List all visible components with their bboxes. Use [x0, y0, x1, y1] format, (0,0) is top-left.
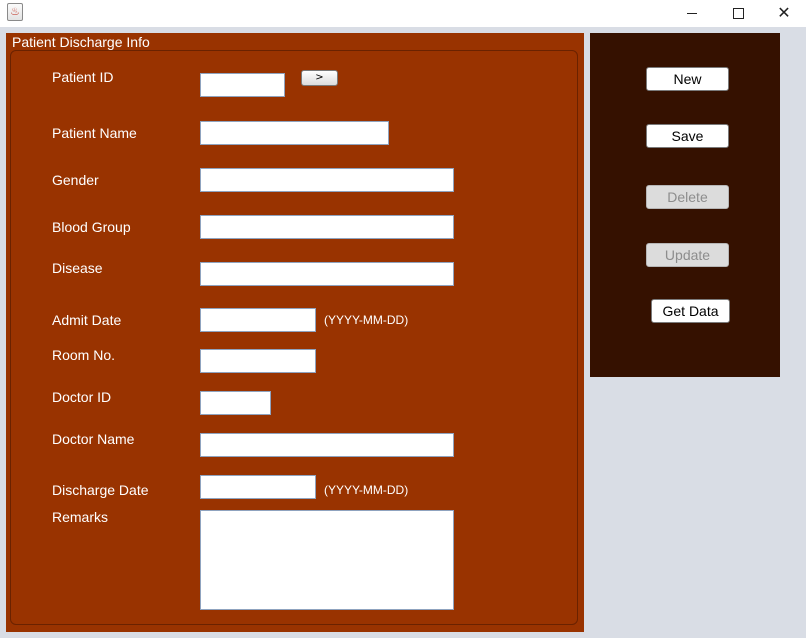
room-no-field[interactable]	[200, 349, 316, 373]
close-button[interactable]: ✕	[761, 0, 806, 26]
patient-id-label: Patient ID	[52, 69, 114, 85]
java-app-icon: ♨	[7, 3, 23, 21]
remarks-label: Remarks	[52, 509, 109, 525]
delete-button[interactable]: Delete	[646, 185, 729, 209]
patient-name-field[interactable]	[200, 121, 389, 145]
patient-name-label: Patient Name	[52, 125, 137, 141]
lookup-patient-button[interactable]: >	[301, 70, 338, 86]
minimize-button[interactable]	[669, 0, 715, 26]
blood-group-field[interactable]	[200, 215, 454, 239]
panel-title: Patient Discharge Info	[12, 34, 150, 50]
close-icon: ✕	[777, 3, 791, 22]
discharge-date-field[interactable]	[200, 475, 316, 499]
discharge-date-format-hint: (YYYY-MM-DD)	[324, 483, 409, 497]
patient-discharge-panel: Patient Discharge Info Patient ID > Pati…	[6, 33, 584, 632]
admit-date-label: Admit Date	[52, 312, 122, 328]
save-button[interactable]: Save	[646, 124, 729, 148]
doctor-id-label: Doctor ID	[52, 389, 112, 405]
title-bar: ♨ ✕	[0, 0, 806, 27]
new-button[interactable]: New	[646, 67, 729, 91]
admit-date-field[interactable]	[200, 308, 316, 332]
discharge-date-label: Discharge Date	[52, 482, 149, 498]
admit-date-format-hint: (YYYY-MM-DD)	[324, 313, 409, 327]
minimize-icon	[687, 12, 697, 14]
update-button[interactable]: Update	[646, 243, 729, 267]
doctor-name-field[interactable]	[200, 433, 454, 457]
doctor-id-field[interactable]	[200, 391, 271, 415]
patient-id-field[interactable]	[200, 73, 285, 97]
maximize-button[interactable]	[715, 0, 761, 26]
disease-label: Disease	[52, 260, 103, 276]
doctor-name-label: Doctor Name	[52, 431, 135, 447]
maximize-icon	[732, 7, 744, 19]
gender-field[interactable]	[200, 168, 454, 192]
actions-panel: New Save Delete Update Get Data	[590, 33, 780, 377]
gender-label: Gender	[52, 172, 99, 188]
room-no-label: Room No.	[52, 347, 116, 363]
remarks-textarea[interactable]	[200, 510, 454, 610]
blood-group-label: Blood Group	[52, 219, 131, 235]
disease-field[interactable]	[200, 262, 454, 286]
get-data-button[interactable]: Get Data	[651, 299, 730, 323]
